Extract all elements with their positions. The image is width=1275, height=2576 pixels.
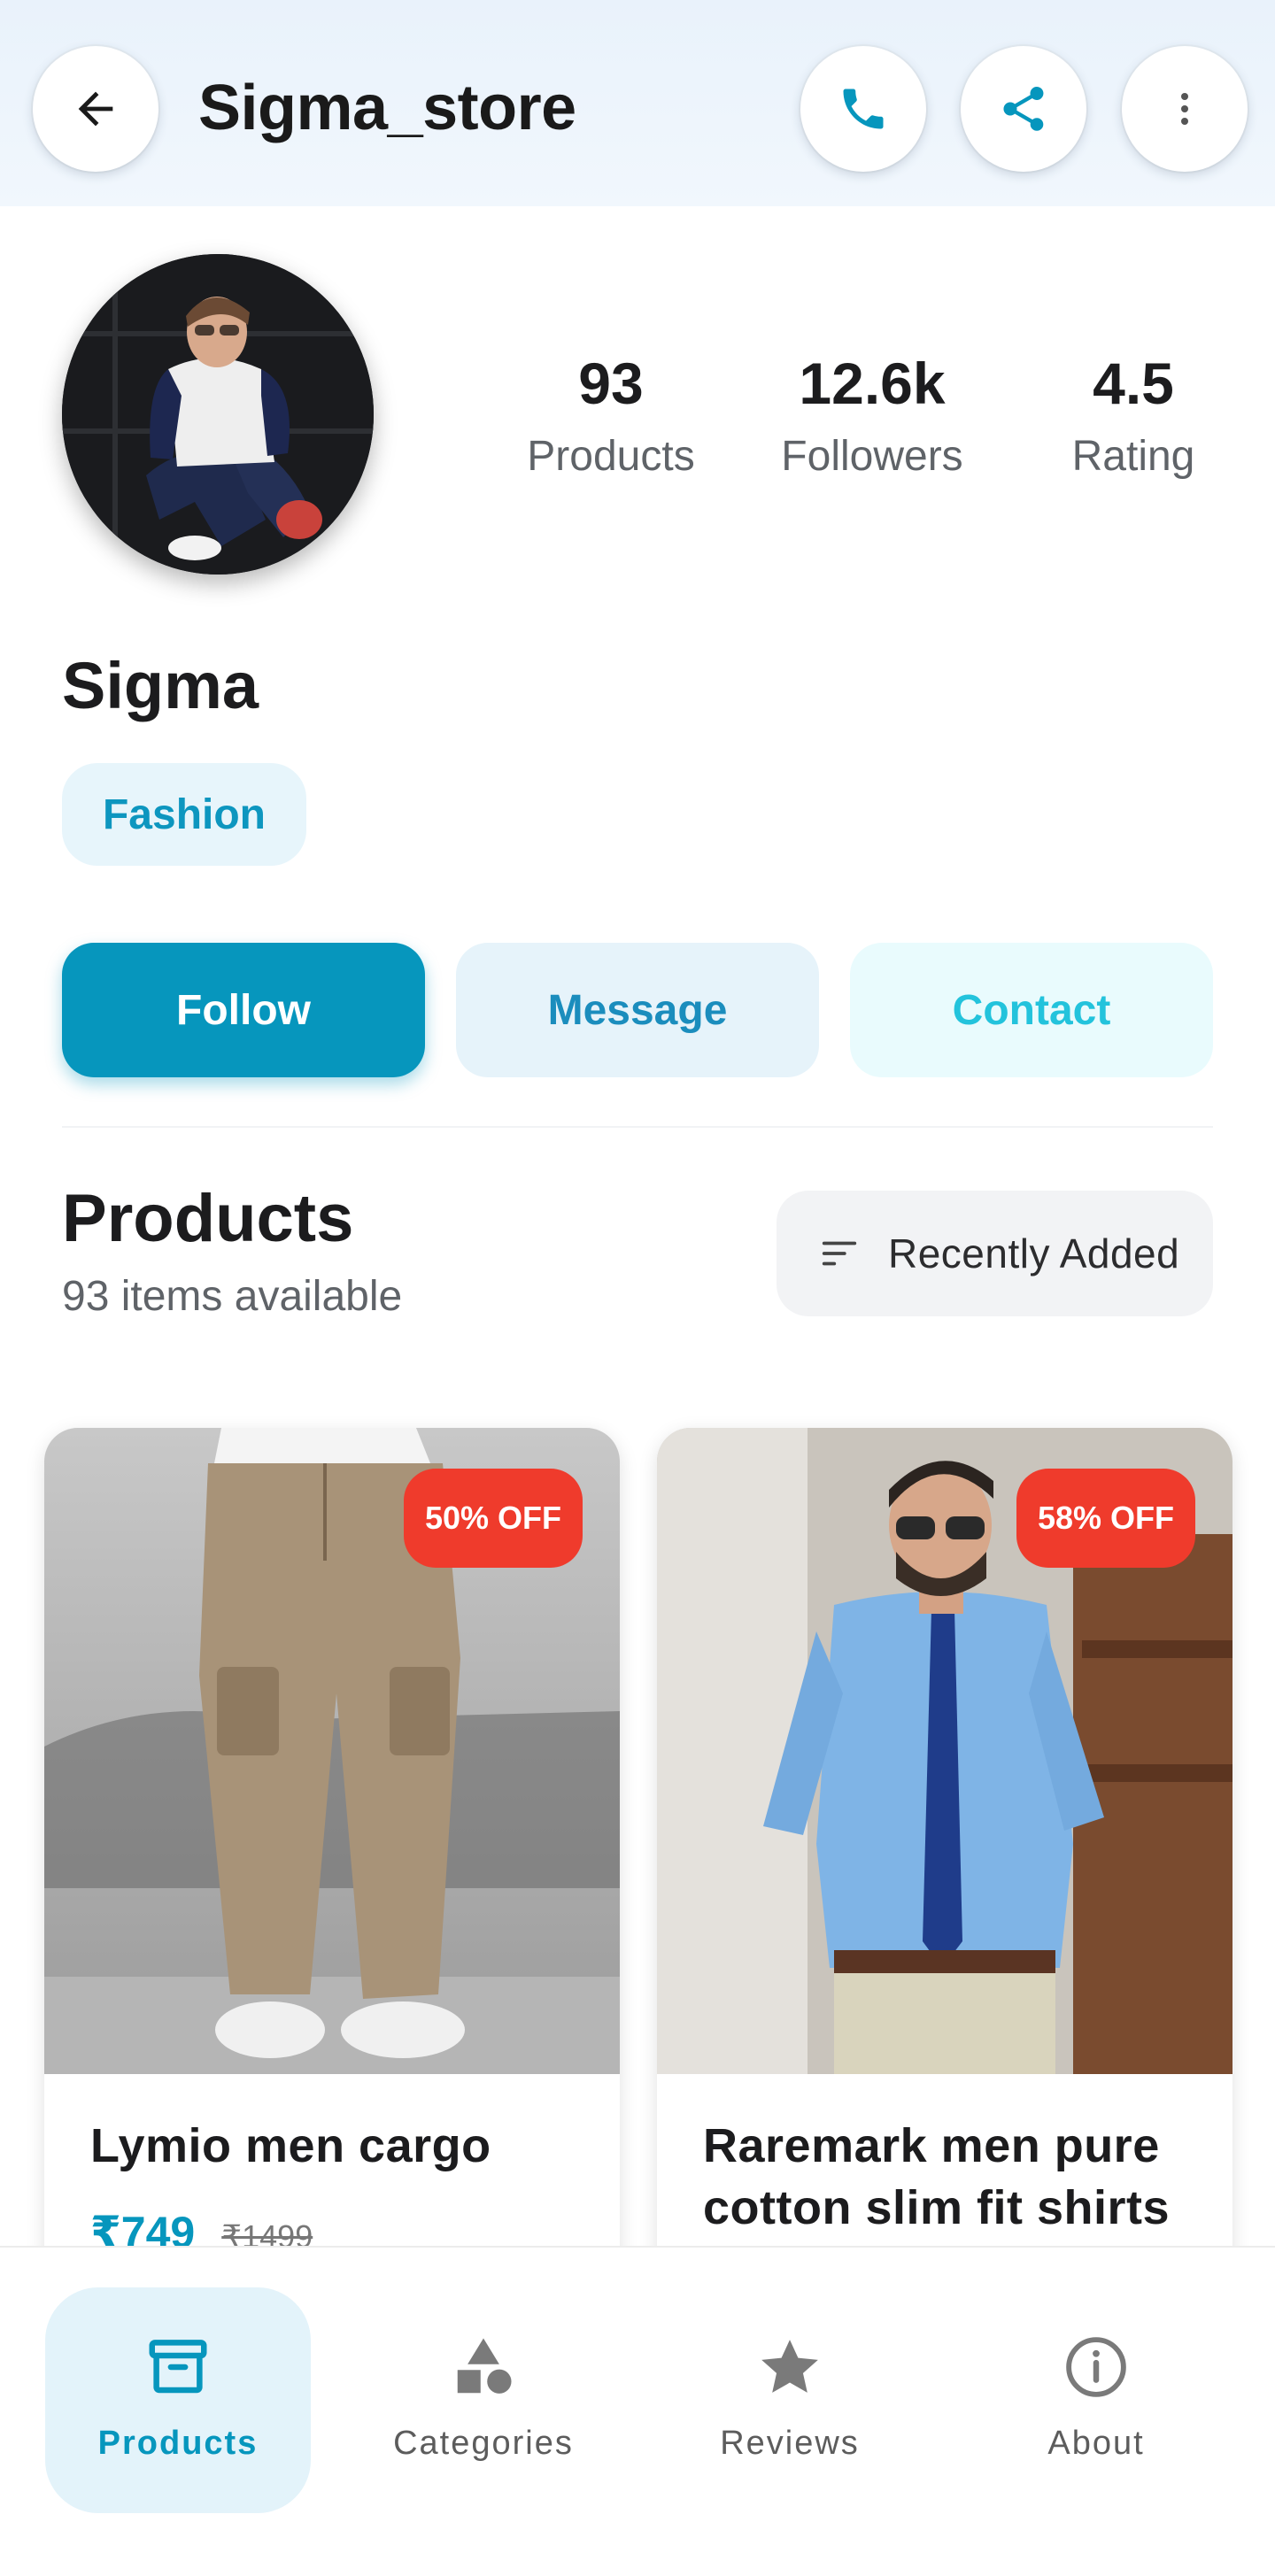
product-name: Lymio men cargo: [90, 2119, 491, 2172]
back-arrow-icon: [78, 91, 113, 127]
app-bar: Sigma_store: [0, 0, 1275, 206]
nav-item-products[interactable]: Products: [45, 2287, 311, 2513]
info-icon: [1056, 2327, 1136, 2407]
back-button[interactable]: [33, 46, 158, 172]
stat-followers[interactable]: 12.6k Followers: [739, 350, 1005, 488]
avatar-photo: [62, 254, 374, 575]
archive-box-icon: [138, 2327, 218, 2407]
nav-label: Products: [97, 2425, 259, 2462]
nav-item-about[interactable]: About: [963, 2287, 1229, 2513]
phone-icon: [843, 89, 884, 129]
nav-item-categories[interactable]: Categories: [351, 2287, 616, 2513]
nav-label: About: [1047, 2425, 1145, 2462]
category-chip[interactable]: Fashion: [62, 763, 306, 866]
shapes-icon: [444, 2327, 523, 2407]
stat-products[interactable]: 93 Products: [496, 350, 726, 488]
divider: [62, 1126, 1213, 1128]
stat-value: 12.6k: [799, 351, 946, 416]
nav-label: Reviews: [720, 2425, 860, 2462]
stat-value: 4.5: [1093, 351, 1174, 416]
product-image: 50% OFF: [44, 1428, 620, 2074]
bottom-navigation: Products Categories Reviews About: [0, 2246, 1275, 2576]
follow-button[interactable]: Follow: [62, 943, 425, 1077]
share-button[interactable]: [961, 46, 1086, 172]
star-icon: [750, 2327, 830, 2407]
sort-button[interactable]: Recently Added: [777, 1191, 1213, 1316]
store-title: Sigma_store: [198, 73, 576, 143]
stat-rating[interactable]: 4.5 Rating: [1018, 350, 1248, 488]
more-vert-icon: [1181, 93, 1188, 125]
product-name: Raremark men pure cotton slim fit shirts: [703, 2119, 1171, 2234]
nav-label: Categories: [393, 2425, 574, 2462]
stat-label: Products: [527, 433, 695, 480]
stat-label: Followers: [781, 433, 963, 480]
discount-badge: 50% OFF: [404, 1469, 583, 1568]
product-card[interactable]: 50% OFF Lymio men cargo ₹749 ₹1499: [44, 1428, 620, 2313]
more-options-button[interactable]: [1122, 46, 1248, 172]
call-button[interactable]: [800, 46, 926, 172]
contact-button[interactable]: Contact: [850, 943, 1213, 1077]
sort-icon: [822, 1241, 857, 1266]
store-name: Sigma: [62, 649, 259, 722]
product-card[interactable]: 58% OFF Raremark men pure cotton slim fi…: [657, 1428, 1232, 2313]
stat-value: 93: [578, 351, 644, 416]
store-stats: 93 Products 12.6k Followers 4.5 Rating: [496, 350, 1194, 491]
products-count: 93 items available: [62, 1273, 403, 1320]
share-icon: [1003, 87, 1044, 131]
stat-label: Rating: [1071, 433, 1195, 480]
nav-item-reviews[interactable]: Reviews: [657, 2287, 923, 2513]
discount-badge: 58% OFF: [1016, 1469, 1195, 1568]
product-image: 58% OFF: [657, 1428, 1232, 2074]
message-button[interactable]: Message: [456, 943, 819, 1077]
store-avatar[interactable]: [62, 254, 374, 575]
sort-label: Recently Added: [888, 1230, 1180, 1276]
products-section-title: Products: [62, 1181, 354, 1256]
